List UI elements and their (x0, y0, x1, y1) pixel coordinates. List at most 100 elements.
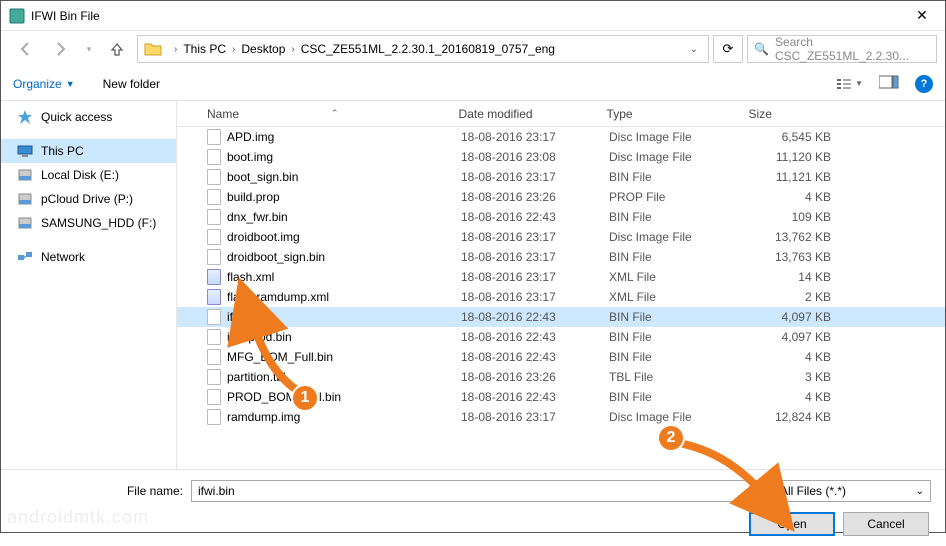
file-row[interactable]: flash.xml18-08-2016 23:17XML File14 KB (177, 267, 945, 287)
breadcrumb[interactable]: › This PC › Desktop › CSC_ZE551ML_2.2.30… (137, 35, 709, 63)
column-headers[interactable]: Name ⌃ Date modified Type Size (177, 101, 945, 127)
titlebar: IFWI Bin File ✕ (1, 1, 945, 31)
file-row[interactable]: APD.img18-08-2016 23:17Disc Image File6,… (177, 127, 945, 147)
file-icon (207, 329, 221, 345)
file-icon (207, 409, 221, 425)
file-row[interactable]: flash-ramdump.xml18-08-2016 23:17XML Fil… (177, 287, 945, 307)
recent-dropdown[interactable]: ▾ (81, 35, 97, 63)
file-size: 2 KB (751, 290, 851, 304)
file-size: 4,097 KB (751, 310, 851, 324)
file-size: 13,762 KB (751, 230, 851, 244)
up-button[interactable] (101, 35, 133, 63)
file-type: XML File (609, 290, 751, 304)
file-size: 14 KB (751, 270, 851, 284)
file-row[interactable]: droidboot_sign.bin18-08-2016 23:17BIN Fi… (177, 247, 945, 267)
file-row[interactable]: ifwi.bin18-08-2016 22:43BIN File4,097 KB (177, 307, 945, 327)
crumb-dropdown-icon[interactable]: ⌄ (690, 44, 698, 55)
crumb-this-pc[interactable]: This PC (183, 42, 226, 56)
file-date: 18-08-2016 23:17 (461, 270, 609, 284)
file-type: PROP File (609, 190, 751, 204)
file-type: Disc Image File (609, 230, 751, 244)
view-menu-icon[interactable]: ▼ (836, 77, 863, 91)
col-size[interactable]: Size (749, 107, 849, 121)
file-type: BIN File (609, 310, 751, 324)
file-name: partition.tbl (227, 370, 286, 384)
file-row[interactable]: MFG_BOM_Full.bin18-08-2016 22:43BIN File… (177, 347, 945, 367)
file-name: boot_sign.bin (227, 170, 298, 184)
file-name: ramdump.img (227, 410, 300, 424)
file-icon (207, 269, 221, 285)
file-size: 4 KB (751, 390, 851, 404)
file-name: APD.img (227, 130, 274, 144)
file-icon (207, 289, 221, 305)
organize-menu[interactable]: Organize ▼ (13, 77, 75, 91)
sidebar-item-label: Local Disk (E:) (41, 168, 119, 182)
file-type: Disc Image File (609, 150, 751, 164)
file-icon (207, 349, 221, 365)
watermark: androidmtk.com (7, 507, 149, 528)
file-date: 18-08-2016 22:43 (461, 210, 609, 224)
app-icon (9, 8, 25, 24)
file-type: BIN File (609, 350, 751, 364)
file-name: ifwi.bin (227, 310, 264, 324)
file-type: BIN File (609, 390, 751, 404)
sidebar-item-label: This PC (41, 144, 84, 158)
file-list: Name ⌃ Date modified Type Size APD.img 18… (177, 101, 945, 469)
file-row[interactable]: droidboot.img 18-08-2016 23:17Disc Image … (177, 227, 945, 247)
file-size: 11,120 KB (751, 150, 851, 164)
file-row[interactable]: PROD_BOM_Full.bin 18-08-2016 22:43BIN Fil… (177, 387, 945, 407)
refresh-button[interactable]: ⟳ (713, 35, 743, 63)
disk-icon (17, 215, 33, 231)
sidebar-item[interactable]: This PC (1, 139, 176, 163)
col-date[interactable]: Date modified (459, 107, 607, 121)
file-row[interactable]: ifwi-prod.bin18-08-2016 22:43BIN File4,0… (177, 327, 945, 347)
file-name: PROD_BOM_Full.bin (227, 390, 341, 404)
sidebar-item[interactable]: SAMSUNG_HDD (F:) (1, 211, 176, 235)
open-button[interactable]: Open (749, 512, 835, 536)
filename-input[interactable] (191, 480, 765, 502)
help-icon[interactable]: ? (915, 75, 933, 93)
col-type[interactable]: Type (607, 107, 749, 121)
sidebar-item-label: pCloud Drive (P:) (41, 192, 133, 206)
crumb-folder[interactable]: CSC_ZE551ML_2.2.30.1_20160819_0757_eng (301, 42, 555, 56)
sidebar-item-label: Quick access (41, 110, 112, 124)
file-row[interactable]: boot_sign.bin18-08-2016 23:17BIN File11,… (177, 167, 945, 187)
file-icon (207, 189, 221, 205)
crumb-desktop[interactable]: Desktop (241, 42, 285, 56)
file-row[interactable]: build.prop18-08-2016 23:26PROP File4 KB (177, 187, 945, 207)
file-row[interactable]: dnx_fwr.bin18-08-2016 22:43BIN File109 K… (177, 207, 945, 227)
sidebar-item[interactable]: pCloud Drive (P:) (1, 187, 176, 211)
file-type: XML File (609, 270, 751, 284)
file-name: ifwi-prod.bin (227, 330, 292, 344)
new-folder-button[interactable]: New folder (103, 77, 160, 91)
file-row[interactable]: boot.img18-08-2016 23:08Disc Image File1… (177, 147, 945, 167)
file-row[interactable]: ramdump.img18-08-2016 23:17Disc Image Fi… (177, 407, 945, 427)
back-button[interactable] (9, 35, 41, 63)
file-size: 3 KB (751, 370, 851, 384)
file-type-filter[interactable]: All Files (*.*) ⌄ (773, 480, 931, 502)
filter-label: All Files (*.*) (780, 484, 846, 498)
file-name: flash-ramdump.xml (227, 290, 329, 304)
close-button[interactable]: ✕ (899, 1, 945, 31)
file-date: 18-08-2016 22:43 (461, 390, 609, 404)
forward-button[interactable] (45, 35, 77, 63)
file-type: TBL File (609, 370, 751, 384)
file-date: 18-08-2016 23:17 (461, 130, 609, 144)
file-size: 12,824 KB (751, 410, 851, 424)
disk-icon (17, 191, 33, 207)
file-name: droidboot.img (227, 230, 300, 244)
cancel-button[interactable]: Cancel (843, 512, 929, 536)
search-box[interactable]: 🔍 Search CSC_ZE551ML_2.2.30... (747, 35, 937, 63)
file-type: BIN File (609, 330, 751, 344)
filename-label: File name: (15, 484, 183, 498)
preview-pane-icon[interactable] (879, 75, 899, 92)
file-icon (207, 229, 221, 245)
sidebar-item[interactable]: Quick access (1, 105, 176, 129)
file-date: 18-08-2016 23:17 (461, 230, 609, 244)
toolbar: Organize ▼ New folder ▼ ? (1, 67, 945, 101)
file-icon (207, 129, 221, 145)
net-icon (17, 249, 33, 265)
sidebar-item[interactable]: Local Disk (E:) (1, 163, 176, 187)
sidebar-item[interactable]: Network (1, 245, 176, 269)
file-row[interactable]: partition.tbl18-08-2016 23:26TBL File3 K… (177, 367, 945, 387)
